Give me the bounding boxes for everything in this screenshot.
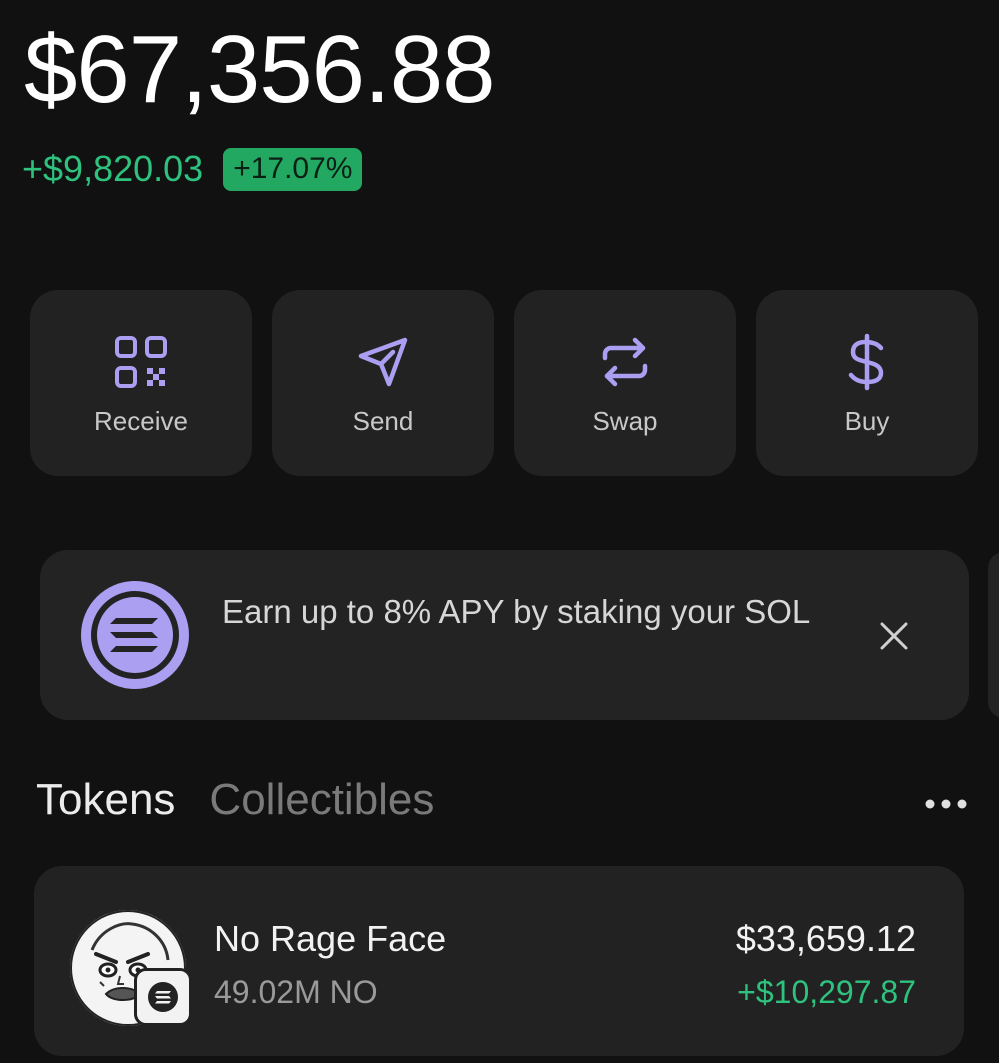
buy-button[interactable]: Buy — [756, 290, 978, 476]
action-buttons: Receive Send Swap Buy — [30, 290, 978, 476]
portfolio-balance: $67,356.88 — [24, 16, 495, 123]
token-row[interactable]: No Rage Face 49.02M NO $33,659.12 +$10,2… — [34, 866, 964, 1056]
solana-icon — [78, 578, 192, 692]
token-value: $33,659.12 — [735, 918, 916, 959]
asset-tabs: Tokens Collectibles — [36, 778, 434, 822]
tab-collectibles[interactable]: Collectibles — [209, 778, 434, 822]
portfolio-change-amount: +$9,820.03 — [22, 148, 204, 190]
send-icon — [353, 332, 413, 392]
receive-label: Receive — [94, 406, 188, 436]
dollar-icon — [837, 332, 897, 392]
more-options-icon[interactable] — [922, 794, 970, 814]
tab-tokens[interactable]: Tokens — [36, 778, 175, 822]
token-change: +$10,297.87 — [737, 974, 916, 1010]
token-name: No Rage Face — [214, 918, 447, 959]
receive-button[interactable]: Receive — [30, 290, 252, 476]
next-promo-card-edge[interactable] — [988, 552, 999, 718]
buy-label: Buy — [844, 406, 890, 436]
send-label: Send — [352, 406, 414, 436]
swap-button[interactable]: Swap — [514, 290, 736, 476]
swap-label: Swap — [592, 406, 658, 436]
portfolio-change-row: +$9,820.03 +17.07% — [22, 148, 363, 191]
promo-text: Earn up to 8% APY by staking your SOL — [222, 593, 811, 630]
qr-code-icon — [111, 332, 171, 392]
staking-promo-card[interactable]: Earn up to 8% APY by staking your SOL — [40, 550, 969, 720]
solana-chain-icon — [134, 968, 192, 1026]
send-button[interactable]: Send — [272, 290, 494, 476]
close-icon[interactable] — [878, 620, 910, 652]
portfolio-change-percent-badge: +17.07% — [223, 148, 363, 191]
token-amount: 49.02M NO — [214, 974, 378, 1010]
swap-icon — [595, 332, 655, 392]
